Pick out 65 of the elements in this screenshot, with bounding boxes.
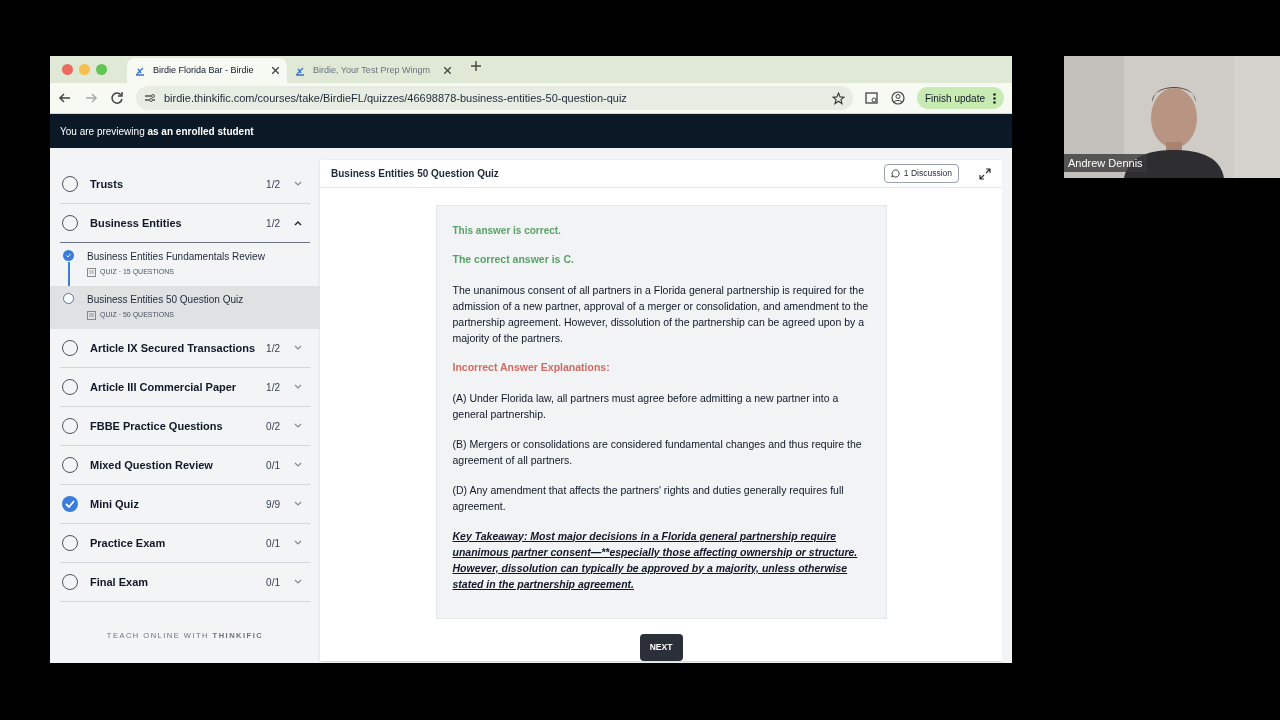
- site-settings-icon[interactable]: [144, 92, 156, 104]
- reload-icon[interactable]: [110, 91, 124, 105]
- section-title[interactable]: Mini Quiz: [90, 495, 267, 513]
- quiz-icon: [87, 310, 96, 320]
- chevron-down-icon[interactable]: [294, 384, 302, 390]
- chevron-down-icon[interactable]: [294, 462, 302, 468]
- progress-count: 0/1: [266, 575, 280, 590]
- progress-count: 0/1: [266, 536, 280, 551]
- url-text: birdie.thinkific.com/courses/take/BirdieFL/quizzes/46698878-business-entities-50-question-quiz: [164, 90, 628, 106]
- correct-answer-heading: The correct answer is C.: [452, 252, 575, 267]
- progress-count: 1/2: [266, 216, 280, 231]
- progress-count: 1/2: [266, 341, 280, 356]
- more-icon[interactable]: [993, 92, 996, 104]
- chevron-down-icon[interactable]: [294, 181, 302, 187]
- incorrect-heading: Incorrect Answer Explanations:: [452, 359, 611, 375]
- comment-icon: [890, 169, 900, 178]
- progress-count: 1/2: [266, 380, 280, 395]
- progress-count: 0/1: [266, 458, 280, 473]
- profile-icon[interactable]: [890, 91, 905, 105]
- bird-logo-icon: [135, 65, 145, 76]
- star-icon[interactable]: [831, 91, 845, 105]
- finish-update-button[interactable]: Finish update: [916, 87, 1004, 109]
- progress-count: 9/9: [266, 497, 280, 512]
- chevron-up-icon[interactable]: [294, 220, 302, 226]
- section-title[interactable]: Article IX Secured Transactions: [90, 339, 267, 357]
- address-bar[interactable]: birdie.thinkific.com/courses/take/BirdieFL/quizzes/46698878-business-entities-50-question-quiz: [136, 86, 853, 110]
- tab-title: Birdie, Your Test Prep Wingm: [313, 63, 431, 77]
- preview-banner: You are previewing as an enrolled student: [50, 114, 1012, 148]
- explanation-text: (A) Under Florida law, all partners must agree before admitting a new partner into a general partnership.: [452, 390, 840, 422]
- section-title[interactable]: FBBE Practice Questions: [90, 417, 267, 435]
- back-icon[interactable]: [58, 91, 72, 105]
- new-tab-icon[interactable]: [471, 61, 481, 71]
- lesson-title: Business Entities Fundamentals Review: [87, 250, 265, 264]
- chevron-down-icon[interactable]: [294, 423, 302, 429]
- section-title[interactable]: Final Exam: [90, 573, 267, 591]
- bird-logo-icon: [295, 65, 305, 76]
- next-button[interactable]: NEXT: [639, 633, 683, 661]
- explanation-text: The unanimous consent of all partners in a Florida general partnership is required for the admission of a new partner, approval of a merger or consolidation, and amendment to the partnership agreement. However, dissolution of the partnership can be agreed upon by a majority of the partners.: [452, 282, 870, 346]
- lesson-title: Business Entities 50 Question Quiz: [87, 293, 244, 307]
- search-tab-icon[interactable]: [864, 91, 879, 105]
- key-takeaway-text: Key Takeaway: Most major decisions in a Florida general partnership require unanimous partner consent—**especially those affecting ownership or structure. However, dissolution can typically be approved by a majority, unless otherwise stated in the partnership agreement.: [452, 528, 859, 592]
- tab-title: Birdie Florida Bar - Birdie: [153, 63, 255, 77]
- section-title[interactable]: Article III Commercial Paper: [90, 378, 267, 396]
- expand-icon[interactable]: [979, 167, 991, 180]
- chevron-down-icon[interactable]: [294, 579, 302, 585]
- progress-count: 1/2: [266, 177, 280, 192]
- lesson-title: Business Entities 50 Question Quiz: [331, 167, 500, 181]
- close-tab-icon[interactable]: [444, 67, 451, 74]
- chevron-down-icon[interactable]: [294, 501, 302, 507]
- quiz-icon: [87, 267, 96, 277]
- close-tab-icon[interactable]: [272, 67, 279, 74]
- chevron-down-icon[interactable]: [294, 345, 302, 351]
- section-title[interactable]: Trusts: [90, 175, 267, 193]
- browser-tab[interactable]: Birdie, Your Test Prep Wingm: [287, 58, 459, 83]
- status-message: This answer is correct.: [452, 224, 562, 238]
- explanation-text: (D) Any amendment that affects the partners' rights and duties generally requires full agreement.: [452, 482, 845, 514]
- browser-tab[interactable]: Birdie Florida Bar - Birdie: [127, 58, 287, 83]
- section-title[interactable]: Mixed Question Review: [90, 456, 267, 474]
- discussion-button[interactable]: 1 Discussion: [883, 164, 959, 183]
- progress-count: 0/2: [266, 419, 280, 434]
- section-title[interactable]: Business Entities: [90, 214, 267, 232]
- check-circle-icon[interactable]: [63, 250, 74, 261]
- explanation-text: (B) Mergers or consolidations are considered fundamental changes and thus require the agreement of all partners.: [452, 436, 863, 468]
- chevron-down-icon[interactable]: [294, 540, 302, 546]
- section-title[interactable]: Practice Exam: [90, 534, 267, 552]
